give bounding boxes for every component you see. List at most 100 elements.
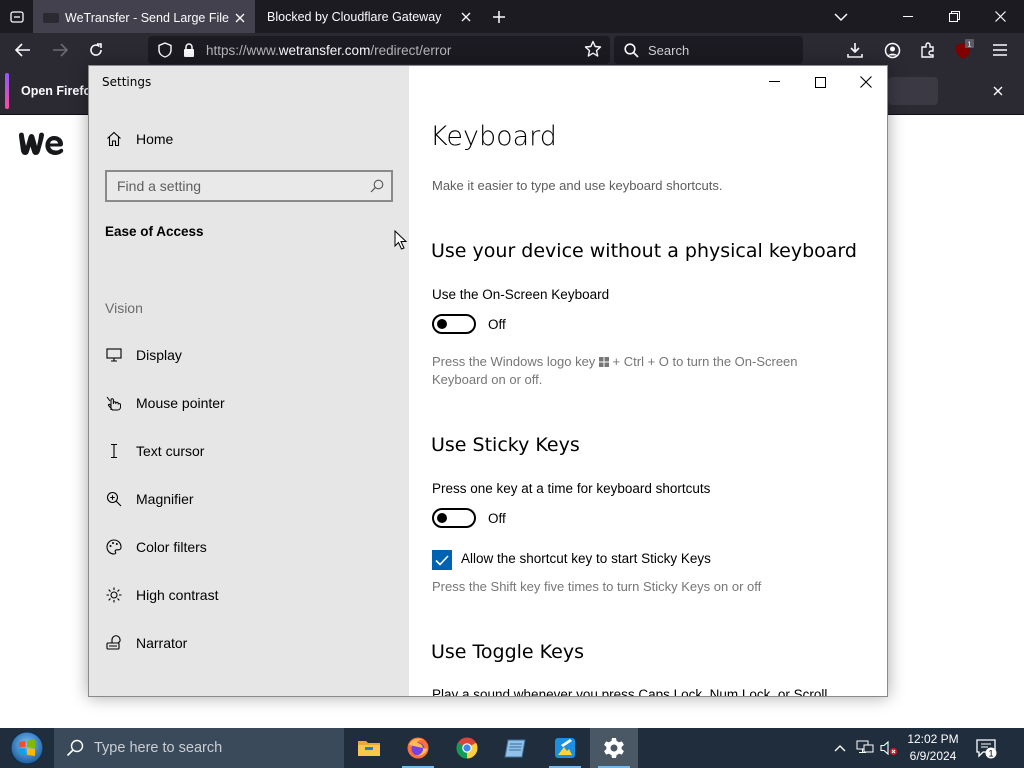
taskbar-file-explorer[interactable]: [345, 728, 393, 768]
close-tab-button[interactable]: [229, 7, 251, 29]
sidebar-group-label: Vision: [105, 300, 143, 316]
browser-restore-button[interactable]: [931, 0, 977, 33]
find-setting-box[interactable]: [105, 170, 393, 202]
close-icon: [235, 13, 245, 22]
sidebar-item-color-filters[interactable]: Color filters: [89, 527, 409, 567]
settings-window: Settings Home Ease of Access Vision Disp…: [88, 65, 888, 697]
sidebar-item-magnifier[interactable]: Magnifier: [89, 479, 409, 519]
sidebar-item-high-contrast[interactable]: High contrast: [89, 575, 409, 615]
arrow-left-icon: [15, 43, 30, 57]
taskbar-settings[interactable]: [590, 728, 638, 768]
reload-button[interactable]: [83, 38, 109, 62]
sidebar-item-label: Text cursor: [136, 443, 205, 459]
list-all-tabs-button[interactable]: [0, 0, 33, 33]
onscreen-keyboard-toggle[interactable]: [432, 314, 476, 334]
notepad-icon: [504, 739, 526, 758]
tab-overflow-button[interactable]: [829, 5, 853, 29]
sidebar-item-label: Mouse pointer: [136, 395, 225, 411]
puzzle-icon: [921, 42, 934, 58]
taskbar-firefox[interactable]: [394, 728, 442, 768]
page-description: Make it easier to type and use keyboard …: [432, 178, 723, 193]
minimize-icon: [768, 81, 780, 82]
sticky-keys-shortcut-label[interactable]: Allow the shortcut key to start Sticky K…: [461, 551, 711, 566]
action-center-button[interactable]: 1: [974, 736, 998, 760]
wetransfer-logo[interactable]: [18, 131, 64, 162]
maximize-icon: [814, 76, 826, 88]
magnifier-icon: [105, 490, 123, 508]
notification-action-button[interactable]: [888, 77, 938, 105]
sidebar-item-home[interactable]: Home: [89, 122, 409, 156]
ublock-extension-button[interactable]: 1: [951, 38, 977, 62]
home-icon: [106, 131, 122, 152]
sidebar-item-text-cursor[interactable]: Text cursor: [89, 431, 409, 471]
sidebar-item-label: Color filters: [136, 539, 207, 555]
section-heading-onscreen: Use your device without a physical keybo…: [431, 240, 857, 262]
arrow-right-icon: [53, 43, 68, 57]
lock-icon: [184, 42, 194, 57]
sidebar-home-label: Home: [136, 131, 174, 147]
show-hidden-icons-button[interactable]: [830, 738, 850, 758]
settings-minimize-button[interactable]: [751, 66, 797, 98]
address-bar[interactable]: https://www.wetransfer.com/redirect/erro…: [148, 36, 610, 64]
taskbar-clock[interactable]: 12:02 PM 6/9/2024: [903, 731, 963, 765]
sticky-keys-state: Off: [488, 511, 506, 526]
browser-minimize-button[interactable]: [885, 0, 931, 33]
network-status-button[interactable]: [855, 738, 875, 758]
forward-button[interactable]: [47, 38, 73, 62]
extensions-button[interactable]: [915, 38, 941, 62]
tab-list-icon: [9, 10, 24, 23]
windows-logo-icon: [598, 357, 609, 367]
star-icon: [584, 40, 602, 57]
site-info-button[interactable]: [182, 42, 196, 58]
close-icon: [993, 86, 1003, 96]
wetransfer-logo-icon: [19, 132, 64, 155]
page-title: Keyboard: [430, 121, 557, 152]
new-tab-button[interactable]: [487, 5, 511, 29]
taskbar-app-notepad[interactable]: [492, 728, 540, 768]
settings-close-button[interactable]: [843, 66, 887, 98]
find-setting-input[interactable]: [107, 172, 367, 200]
tab-wetransfer[interactable]: WeTransfer - Send Large Files &: [33, 0, 255, 33]
browser-tab-bar: WeTransfer - Send Large Files & Blocked …: [0, 0, 1024, 33]
tab-cloudflare-blocked[interactable]: Blocked by Cloudflare Gateway: [257, 0, 481, 33]
notification-text: Open Firefo: [21, 84, 92, 98]
sidebar-item-narrator[interactable]: Narrator: [89, 623, 409, 663]
help-text-before: Press the Windows logo key: [432, 354, 596, 369]
toggle-keys-label: Play a sound whenever you press Caps Loc…: [432, 687, 828, 697]
taskbar-app-paint[interactable]: [541, 728, 589, 768]
back-button[interactable]: [10, 38, 36, 62]
taskbar-search-box[interactable]: Type here to search: [54, 728, 344, 768]
close-icon: [860, 76, 872, 88]
network-icon: [856, 740, 874, 753]
search-bar[interactable]: Search: [614, 36, 803, 64]
close-tab-button[interactable]: [455, 6, 477, 28]
tracking-protection-button[interactable]: [156, 42, 174, 58]
url-text[interactable]: https://www.wetransfer.com/redirect/erro…: [206, 43, 451, 58]
start-button[interactable]: [0, 728, 54, 768]
bookmark-button[interactable]: [584, 40, 602, 63]
close-icon: [994, 11, 1006, 22]
notification-count: 1: [988, 748, 993, 758]
tab-title: WeTransfer - Send Large Files &: [65, 10, 229, 25]
toggle-knob: [437, 513, 447, 523]
url-prefix: https://www.: [206, 42, 279, 58]
notification-close-button[interactable]: [988, 81, 1008, 101]
account-button[interactable]: [879, 38, 905, 62]
notification-icon: 1: [976, 739, 997, 759]
downloads-button[interactable]: [842, 38, 868, 62]
hamburger-menu-icon: [993, 44, 1007, 56]
volume-button[interactable]: [879, 738, 899, 758]
clock-date: 6/9/2024: [909, 749, 957, 763]
sidebar-item-mouse-pointer[interactable]: Mouse pointer: [89, 383, 409, 423]
settings-maximize-button[interactable]: [797, 66, 843, 98]
taskbar-chrome[interactable]: [443, 728, 491, 768]
browser-close-button[interactable]: [977, 0, 1023, 33]
sidebar-item-display[interactable]: Display: [89, 335, 409, 375]
sticky-keys-toggle[interactable]: [432, 508, 476, 528]
app-menu-button[interactable]: [987, 38, 1013, 62]
sticky-keys-shortcut-checkbox[interactable]: [432, 550, 452, 570]
sidebar-item-label: Narrator: [136, 635, 188, 651]
taskbar: Type here to search 12:02 PM 6/9/2024 1: [0, 728, 1024, 768]
url-path: /redirect/error: [370, 42, 452, 58]
chevron-down-icon: [834, 13, 848, 22]
